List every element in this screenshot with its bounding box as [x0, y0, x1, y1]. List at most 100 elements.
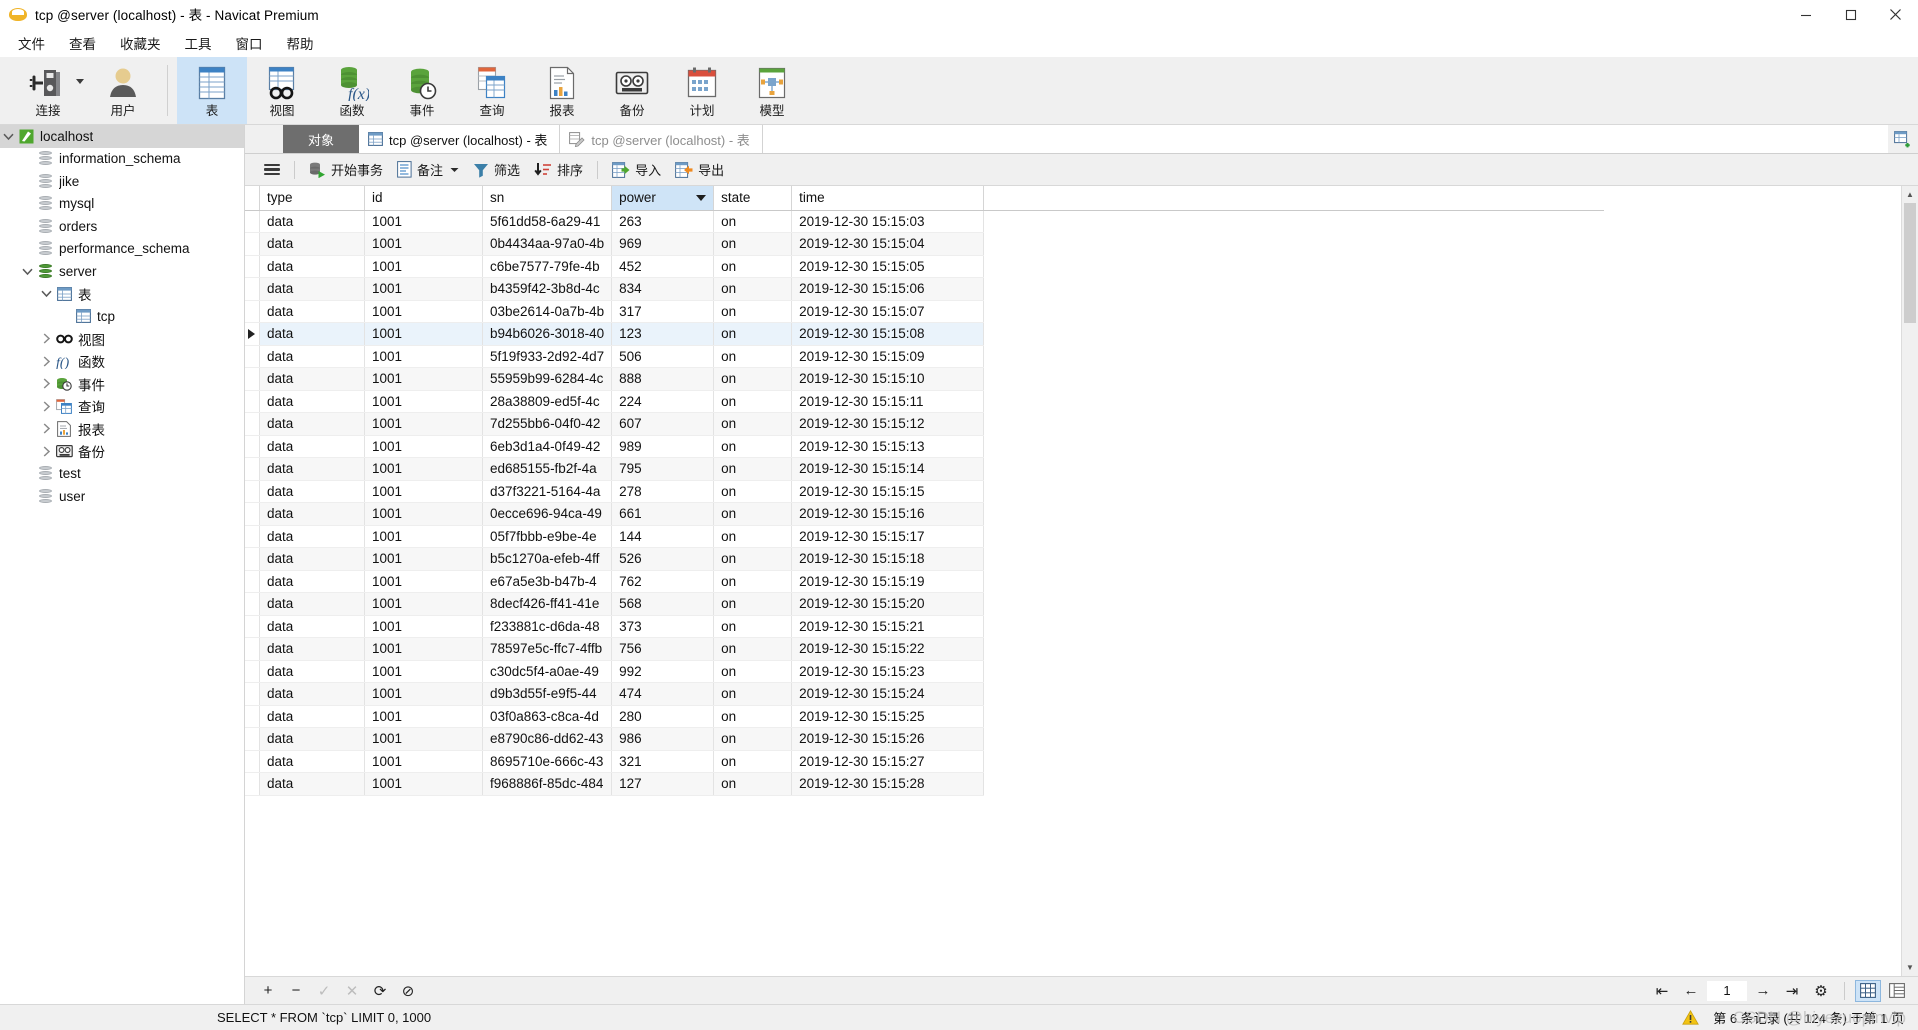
cell-type[interactable]: data: [259, 232, 365, 256]
cell-state[interactable]: on: [713, 727, 793, 751]
menu-file[interactable]: 文件: [6, 30, 57, 56]
delete-record-button[interactable]: −: [283, 980, 309, 1002]
cell-type[interactable]: data: [259, 615, 365, 638]
row-marker[interactable]: [245, 345, 260, 368]
cell-power[interactable]: 452: [611, 255, 715, 278]
cell-sn[interactable]: 28a38809-ed5f-4c: [482, 390, 613, 413]
tree-item-jike[interactable]: jike: [0, 170, 244, 193]
chevron-right-icon[interactable]: [38, 333, 54, 344]
cell-sn[interactable]: 5f19f933-2d92-4d7: [482, 345, 613, 368]
table-row[interactable]: data 1001 03be2614-0a7b-4b 317 on 2019-12-30 …: [245, 300, 1604, 323]
stop-button[interactable]: ⊘: [395, 980, 421, 1002]
tree-item-information_schema[interactable]: information_schema: [0, 148, 244, 171]
cell-type[interactable]: data: [259, 255, 365, 278]
cell-state[interactable]: on: [713, 390, 793, 413]
toolbar-report-button[interactable]: 报表: [527, 57, 597, 124]
navigation-sidebar[interactable]: localhost information_schema jike mysql orde…: [0, 125, 245, 1004]
row-marker[interactable]: [245, 637, 260, 661]
cell-power[interactable]: 568: [611, 592, 715, 616]
cell-state[interactable]: on: [713, 255, 793, 278]
grid-view-icon[interactable]: [1855, 979, 1881, 1002]
row-marker[interactable]: [245, 412, 260, 436]
cell-time[interactable]: 2019-12-30 15:15:11: [791, 390, 985, 413]
cell-state[interactable]: on: [713, 570, 793, 593]
cell-state[interactable]: on: [713, 705, 793, 728]
cell-power[interactable]: 888: [611, 367, 715, 391]
table-row[interactable]: data 1001 b94b6026-3018-40 123 on 2019-12-30 …: [245, 322, 1604, 346]
cell-type[interactable]: data: [259, 322, 365, 346]
toolbar-schedule-button[interactable]: 计划: [667, 57, 737, 124]
cancel-changes-button[interactable]: ✕: [339, 980, 365, 1002]
cell-sn[interactable]: f968886f-85dc-484: [482, 772, 613, 796]
cell-sn[interactable]: 03be2614-0a7b-4b: [482, 300, 613, 323]
table-row[interactable]: data 1001 55959b99-6284-4c 888 on 2019-12-30 …: [245, 367, 1604, 391]
table-row[interactable]: data 1001 28a38809-ed5f-4c 224 on 2019-12-30 …: [245, 390, 1604, 413]
cell-state[interactable]: on: [713, 367, 793, 391]
cell-state[interactable]: on: [713, 592, 793, 616]
cell-state[interactable]: on: [713, 435, 793, 458]
cell-state[interactable]: on: [713, 457, 793, 481]
cell-state[interactable]: on: [713, 637, 793, 661]
cell-power[interactable]: 992: [611, 660, 715, 683]
cell-sn[interactable]: 5f61dd58-6a29-41: [482, 210, 613, 233]
row-marker[interactable]: [245, 255, 260, 278]
cell-type[interactable]: data: [259, 300, 365, 323]
chevron-down-icon[interactable]: [19, 267, 35, 276]
minimize-button[interactable]: [1783, 0, 1828, 29]
cell-power[interactable]: 607: [611, 412, 715, 436]
column-header-type[interactable]: type: [259, 186, 365, 211]
cell-type[interactable]: data: [259, 682, 365, 706]
tree-item-orders[interactable]: orders: [0, 215, 244, 238]
cell-time[interactable]: 2019-12-30 15:15:08: [791, 322, 985, 346]
cell-state[interactable]: on: [713, 660, 793, 683]
cell-id[interactable]: 1001: [364, 277, 483, 301]
cell-power[interactable]: 506: [611, 345, 715, 368]
cell-id[interactable]: 1001: [364, 210, 483, 233]
cell-state[interactable]: on: [713, 547, 793, 571]
chevron-right-icon[interactable]: [38, 446, 54, 457]
cell-power[interactable]: 526: [611, 547, 715, 571]
row-marker[interactable]: [245, 457, 260, 481]
toolbar-user-button[interactable]: 用户: [88, 57, 158, 124]
cell-time[interactable]: 2019-12-30 15:15:09: [791, 345, 985, 368]
table-row[interactable]: data 1001 f233881c-d6da-48 373 on 2019-12-30 …: [245, 615, 1604, 638]
cell-type[interactable]: data: [259, 435, 365, 458]
row-marker[interactable]: [245, 232, 260, 256]
sort-descending-icon[interactable]: [696, 195, 707, 201]
table-row[interactable]: data 1001 b4359f42-3b8d-4c 834 on 2019-12-30 …: [245, 277, 1604, 301]
cell-state[interactable]: on: [713, 615, 793, 638]
cell-sn[interactable]: 78597e5c-ffc7-4ffb: [482, 637, 613, 661]
cell-type[interactable]: data: [259, 772, 365, 796]
cell-time[interactable]: 2019-12-30 15:15:24: [791, 682, 985, 706]
cell-time[interactable]: 2019-12-30 15:15:16: [791, 502, 985, 526]
toolbar-event-button[interactable]: 事件: [387, 57, 457, 124]
toolbar-view-button[interactable]: 视图: [247, 57, 317, 124]
cell-time[interactable]: 2019-12-30 15:15:25: [791, 705, 985, 728]
table-row[interactable]: data 1001 d37f3221-5164-4a 278 on 2019-12-30 …: [245, 480, 1604, 503]
cell-time[interactable]: 2019-12-30 15:15:06: [791, 277, 985, 301]
cell-id[interactable]: 1001: [364, 682, 483, 706]
tree-item-mysql[interactable]: mysql: [0, 193, 244, 216]
close-button[interactable]: [1873, 0, 1918, 29]
cell-id[interactable]: 1001: [364, 727, 483, 751]
chevron-down-icon[interactable]: [0, 132, 16, 141]
cell-power[interactable]: 373: [611, 615, 715, 638]
row-marker[interactable]: [245, 705, 260, 728]
cell-time[interactable]: 2019-12-30 15:15:14: [791, 457, 985, 481]
cell-time[interactable]: 2019-12-30 15:15:21: [791, 615, 985, 638]
tab-objects[interactable]: 对象: [283, 125, 359, 153]
table-row[interactable]: data 1001 0ecce696-94ca-49 661 on 2019-12-30 …: [245, 502, 1604, 526]
row-marker[interactable]: [245, 480, 260, 503]
cell-id[interactable]: 1001: [364, 457, 483, 481]
tree-item-test[interactable]: test: [0, 463, 244, 486]
column-header-sn[interactable]: sn: [482, 186, 613, 211]
cell-time[interactable]: 2019-12-30 15:15:20: [791, 592, 985, 616]
menu-help[interactable]: 帮助: [275, 30, 326, 56]
cell-type[interactable]: data: [259, 367, 365, 391]
cell-time[interactable]: 2019-12-30 15:15:13: [791, 435, 985, 458]
cell-sn[interactable]: c30dc5f4-a0ae-49: [482, 660, 613, 683]
cell-type[interactable]: data: [259, 705, 365, 728]
cell-id[interactable]: 1001: [364, 232, 483, 256]
cell-type[interactable]: data: [259, 210, 365, 233]
row-marker[interactable]: [245, 592, 260, 616]
